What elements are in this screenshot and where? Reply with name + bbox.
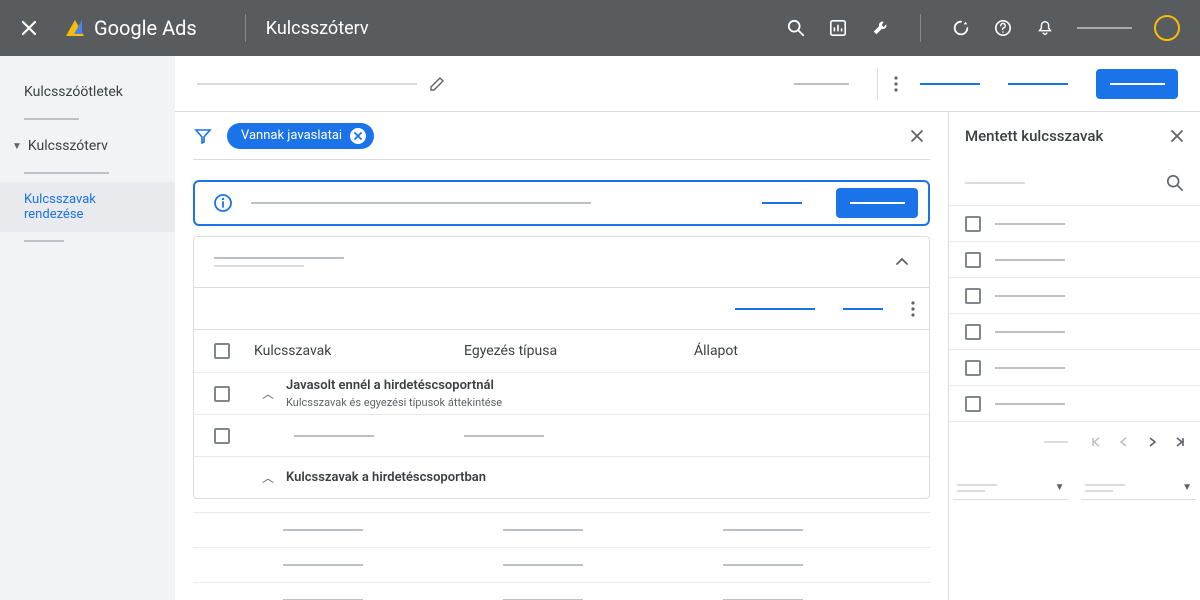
filter-chip-label: Vannak javaslatai xyxy=(241,128,342,143)
info-action-button[interactable] xyxy=(836,188,918,218)
subheader-link[interactable] xyxy=(920,83,980,85)
more-icon[interactable] xyxy=(911,301,915,317)
info-icon xyxy=(213,193,233,213)
table-row xyxy=(193,547,930,583)
search-icon[interactable] xyxy=(786,18,806,38)
sidebar: Kulcsszóötletek ▼ Kulcsszóterv Kulcsszav… xyxy=(0,56,175,600)
list-item[interactable] xyxy=(949,242,1200,278)
info-banner xyxy=(193,180,930,226)
adgroup-actions xyxy=(194,287,929,329)
adgroup-header[interactable] xyxy=(194,237,929,287)
first-page-icon[interactable] xyxy=(1088,434,1104,450)
chevron-up-icon[interactable] xyxy=(895,257,909,267)
caret-down-icon: ▼ xyxy=(1055,482,1065,493)
sidebar-placeholder xyxy=(0,110,175,128)
row-checkbox[interactable] xyxy=(965,324,981,340)
next-page-icon[interactable] xyxy=(1144,434,1160,450)
sidebar-item-organize[interactable]: Kulcsszavak rendezése xyxy=(0,182,175,232)
list-item[interactable] xyxy=(949,314,1200,350)
subheader xyxy=(175,56,1200,112)
suggested-section-row[interactable]: ︿ Javasolt ennél a hirdetéscsoportnál Ku… xyxy=(194,372,929,414)
close-icon[interactable] xyxy=(20,19,38,37)
help-icon[interactable] xyxy=(993,18,1013,38)
caret-down-icon: ▼ xyxy=(1182,482,1192,493)
sidebar-placeholder xyxy=(0,232,175,250)
col-status[interactable]: Állapot xyxy=(694,343,738,359)
table-header-row: Kulcsszavak Egyezés típusa Állapot xyxy=(194,330,929,372)
reports-icon[interactable] xyxy=(828,18,848,38)
more-icon[interactable] xyxy=(884,72,908,96)
row-checkbox[interactable] xyxy=(965,396,981,412)
search-icon[interactable] xyxy=(1166,174,1184,192)
list-item[interactable] xyxy=(949,386,1200,422)
select-all-checkbox[interactable] xyxy=(214,343,230,359)
list-item[interactable] xyxy=(949,206,1200,242)
row-checkbox[interactable] xyxy=(214,428,230,444)
row-checkbox[interactable] xyxy=(965,252,981,268)
panel-footer: ▼ ▼ xyxy=(949,462,1200,514)
chevron-up-icon[interactable]: ︿ xyxy=(262,469,274,486)
refresh-icon[interactable] xyxy=(951,18,971,38)
existing-section-row[interactable]: ︿ Kulcsszavak a hirdetéscsoportban xyxy=(194,456,929,498)
chip-remove-icon[interactable] xyxy=(350,128,366,144)
sidebar-item-label: Kulcsszóterv xyxy=(28,138,108,154)
table-row xyxy=(193,582,930,600)
close-icon[interactable] xyxy=(910,129,924,143)
existing-title: Kulcsszavak a hirdetéscsoportban xyxy=(286,470,486,485)
plan-name-placeholder xyxy=(197,83,417,85)
suggested-title: Javasolt ennél a hirdetéscsoportnál xyxy=(286,378,502,393)
panel-header: Mentett kulcsszavak xyxy=(949,112,1200,160)
chevron-up-icon[interactable]: ︿ xyxy=(262,385,274,402)
tools-icon[interactable] xyxy=(870,18,890,38)
keywords-table: Kulcsszavak Egyezés típusa Állapot ︿ Jav… xyxy=(194,329,929,498)
edit-icon[interactable] xyxy=(429,76,445,92)
sidebar-item-plan[interactable]: ▼ Kulcsszóterv xyxy=(0,128,175,164)
sidebar-item-ideas[interactable]: Kulcsszóötletek xyxy=(0,74,175,110)
product-name: Google Ads xyxy=(94,16,197,40)
filter-bar: Vannak javaslatai xyxy=(193,112,930,160)
sidebar-placeholder xyxy=(0,164,175,182)
app-header: Google Ads Kulcsszóterv xyxy=(0,0,1200,56)
avatar[interactable] xyxy=(1154,15,1180,41)
product-logo: Google Ads xyxy=(66,16,197,40)
col-keywords[interactable]: Kulcsszavak xyxy=(254,343,464,359)
notifications-icon[interactable] xyxy=(1035,18,1055,38)
row-checkbox[interactable] xyxy=(965,216,981,232)
suggested-subtitle: Kulcsszavak és egyezési típusok áttekint… xyxy=(286,396,502,409)
subheader-placeholder xyxy=(794,83,849,85)
footer-dropdown[interactable]: ▼ xyxy=(953,476,1069,500)
col-match[interactable]: Egyezés típusa xyxy=(464,343,694,359)
caret-down-icon: ▼ xyxy=(12,141,22,152)
primary-action-button[interactable] xyxy=(1096,69,1178,99)
row-checkbox[interactable] xyxy=(965,360,981,376)
footer-dropdown[interactable]: ▼ xyxy=(1081,476,1197,500)
filter-icon[interactable] xyxy=(193,126,213,146)
saved-keywords-panel: Mentett kulcsszavak xyxy=(948,112,1200,600)
pagination xyxy=(949,422,1200,462)
adgroup-card: Kulcsszavak Egyezés típusa Állapot ︿ Jav… xyxy=(193,236,930,499)
table-row xyxy=(193,512,930,548)
page-title: Kulcsszóterv xyxy=(266,18,369,39)
subheader-link[interactable] xyxy=(1008,83,1068,85)
adgroup-action-link[interactable] xyxy=(735,308,815,310)
row-checkbox[interactable] xyxy=(965,288,981,304)
list-item[interactable] xyxy=(949,278,1200,314)
row-checkbox[interactable] xyxy=(214,386,230,402)
info-link[interactable] xyxy=(762,202,802,204)
last-page-icon[interactable] xyxy=(1172,434,1188,450)
adgroup-action-link[interactable] xyxy=(843,308,883,310)
panel-search[interactable] xyxy=(949,160,1200,206)
filter-chip[interactable]: Vannak javaslatai xyxy=(227,123,374,149)
panel-title: Mentett kulcsszavak xyxy=(965,127,1103,145)
account-placeholder xyxy=(1077,27,1132,29)
info-text-placeholder xyxy=(251,202,591,204)
list-item[interactable] xyxy=(949,350,1200,386)
table-row xyxy=(194,414,929,456)
prev-page-icon[interactable] xyxy=(1116,434,1132,450)
close-icon[interactable] xyxy=(1170,129,1184,143)
extra-rows xyxy=(193,512,930,600)
